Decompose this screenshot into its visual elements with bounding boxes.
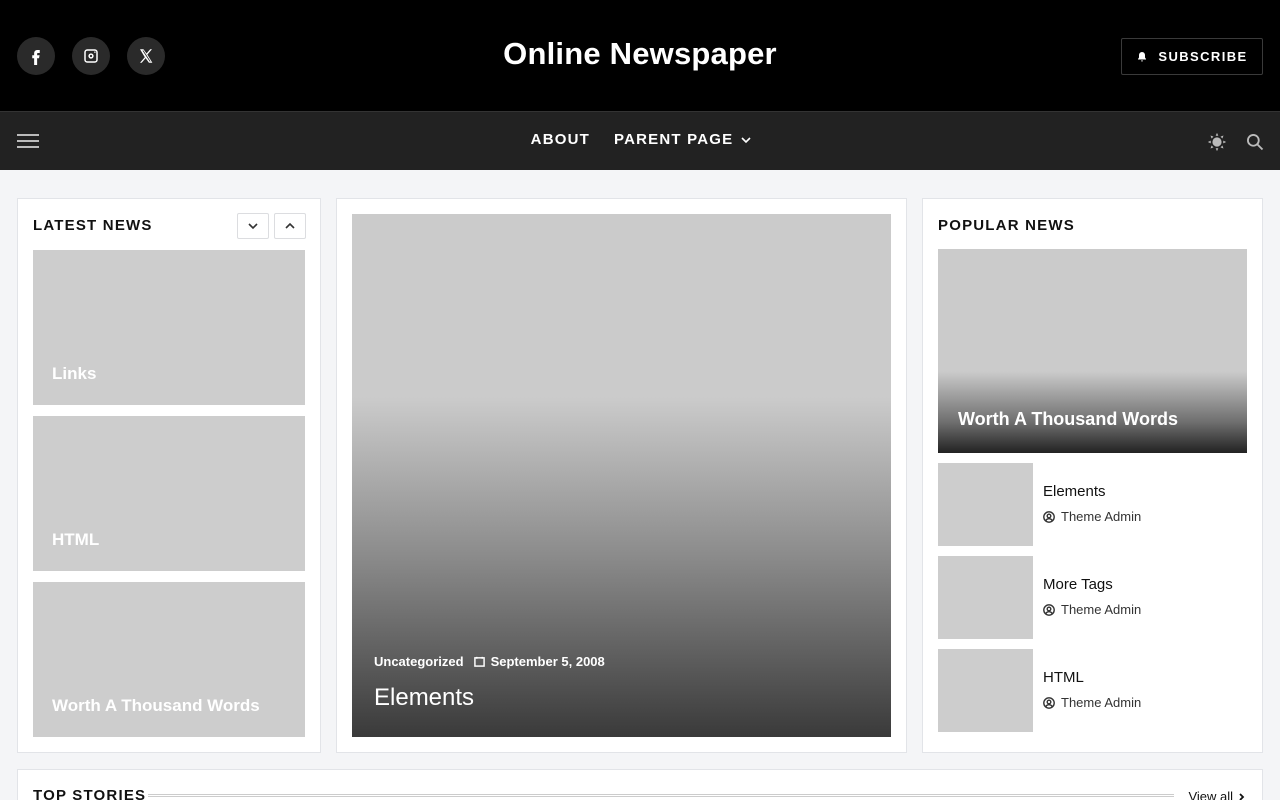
featured-meta: Uncategorized September 5, 2008 <box>374 654 605 669</box>
site-header: Online Newspaper SUBSCRIBE <box>0 0 1280 111</box>
popular-item-title[interactable]: HTML <box>1043 669 1084 686</box>
author-name: Theme Admin <box>1061 695 1142 710</box>
popular-item-author[interactable]: Theme Admin <box>1043 602 1141 617</box>
nav-item-label: ABOUT <box>530 131 590 148</box>
popular-hero-article[interactable]: Worth A Thousand Words <box>938 249 1247 453</box>
popular-news-item[interactable]: Elements Theme Admin <box>938 463 1247 546</box>
user-icon <box>1043 603 1055 616</box>
view-all-link[interactable]: View all <box>1188 789 1246 800</box>
latest-news-item-title: Links <box>52 364 97 383</box>
popular-hero-title: Worth A Thousand Words <box>958 409 1178 429</box>
nav-item-about[interactable]: ABOUT <box>531 131 590 148</box>
theme-toggle-button[interactable] <box>1207 132 1227 152</box>
latest-news-item[interactable]: Worth A Thousand Words <box>33 582 305 737</box>
latest-news-item-title: Worth A Thousand Words <box>52 696 260 715</box>
popular-news-item[interactable]: More Tags Theme Admin <box>938 556 1247 639</box>
top-stories-title: TOP STORIES <box>33 787 147 800</box>
calendar-icon <box>473 656 485 667</box>
popular-news-item[interactable]: HTML Theme Admin <box>938 649 1247 732</box>
sun-icon <box>1207 132 1227 152</box>
latest-news-prev-button[interactable] <box>274 213 306 239</box>
divider <box>148 794 1174 797</box>
chevron-down-icon <box>741 136 751 143</box>
author-name: Theme Admin <box>1061 602 1142 617</box>
view-all-label: View all <box>1188 789 1233 800</box>
author-name: Theme Admin <box>1061 509 1142 524</box>
featured-title[interactable]: Elements <box>374 684 474 712</box>
latest-news-title: LATEST NEWS <box>33 217 153 234</box>
user-icon <box>1043 696 1055 709</box>
search-icon <box>1247 134 1264 151</box>
main-nav: ABOUT PARENT PAGE <box>0 111 1280 170</box>
nav-menu: ABOUT PARENT PAGE <box>0 131 1280 148</box>
featured-date-text: September 5, 2008 <box>490 654 605 669</box>
search-button[interactable] <box>1245 132 1265 152</box>
subscribe-button[interactable]: SUBSCRIBE <box>1121 38 1263 75</box>
popular-thumbnail[interactable] <box>938 556 1033 639</box>
bell-icon <box>1138 51 1147 61</box>
nav-item-label: PARENT PAGE <box>614 131 734 148</box>
latest-news-item-title: HTML <box>52 530 100 549</box>
user-icon <box>1043 510 1055 523</box>
popular-thumbnail[interactable] <box>938 649 1033 732</box>
subscribe-label: SUBSCRIBE <box>1158 49 1248 64</box>
popular-item-author[interactable]: Theme Admin <box>1043 695 1141 710</box>
site-title[interactable]: Online Newspaper <box>0 36 1280 72</box>
popular-thumbnail[interactable] <box>938 463 1033 546</box>
featured-article[interactable]: Uncategorized September 5, 2008 Elements <box>352 214 891 737</box>
top-stories-section: TOP STORIES View all <box>17 769 1263 800</box>
chevron-up-icon <box>285 222 295 229</box>
popular-news-title: POPULAR NEWS <box>938 217 1075 234</box>
popular-item-author[interactable]: Theme Admin <box>1043 509 1141 524</box>
featured-date: September 5, 2008 <box>473 654 605 669</box>
latest-news-item[interactable]: HTML <box>33 416 305 571</box>
chevron-down-icon <box>248 223 258 230</box>
popular-item-title[interactable]: Elements <box>1043 483 1106 500</box>
latest-news-next-button[interactable] <box>237 213 269 239</box>
featured-category[interactable]: Uncategorized <box>374 654 464 669</box>
latest-news-item[interactable]: Links <box>33 250 305 405</box>
chevron-right-icon <box>1239 792 1245 800</box>
nav-item-parent-page[interactable]: PARENT PAGE <box>614 131 751 148</box>
popular-item-title[interactable]: More Tags <box>1043 576 1113 593</box>
